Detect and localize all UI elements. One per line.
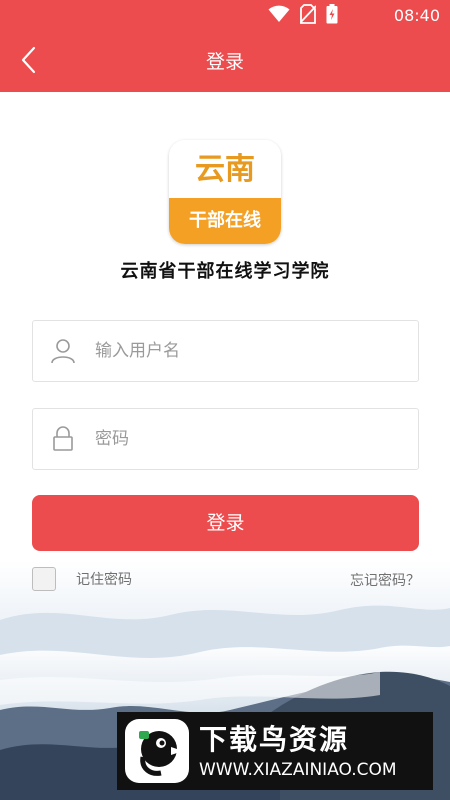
status-icons [268,4,338,28]
org-name: 云南省干部在线学习学院 [120,261,330,282]
watermark-banner: 下载鸟资源 WWW.XIAZAINIAO.COM [117,712,433,790]
forgot-password-link[interactable]: 忘记密码？ [350,570,420,590]
watermark-title: 下载鸟资源 [199,723,350,756]
remember-password[interactable]: 记住密码 [32,566,132,592]
remember-checkbox[interactable] [32,567,56,591]
app-logo: 云南 干部在线 [169,140,281,244]
watermark-url: WWW.XIAZAINIAO.COM [199,760,397,780]
watermark-logo [125,719,189,783]
password-field [32,408,419,470]
username-input[interactable] [95,321,405,381]
password-input[interactable] [95,409,405,469]
header: 登录 [0,32,450,92]
no-sim-icon [299,4,317,28]
logo-block: 云南 干部在线 云南省干部在线学习学院 [40,125,410,295]
status-time: 08:40 [393,6,440,25]
login-button[interactable]: 登录 [32,495,419,551]
app-logo-bottom-text: 干部在线 [169,198,281,244]
user-icon [49,337,77,365]
status-bar: 08:40 [0,0,450,32]
battery-charging-icon [326,4,338,28]
app-logo-top-text: 云南 [169,140,281,198]
lock-icon [49,425,77,453]
username-field [32,320,419,382]
wifi-icon [268,5,290,27]
remember-label: 记住密码 [76,572,132,588]
top-bar: 08:40 登录 [0,0,450,92]
page-title: 登录 [205,51,244,73]
